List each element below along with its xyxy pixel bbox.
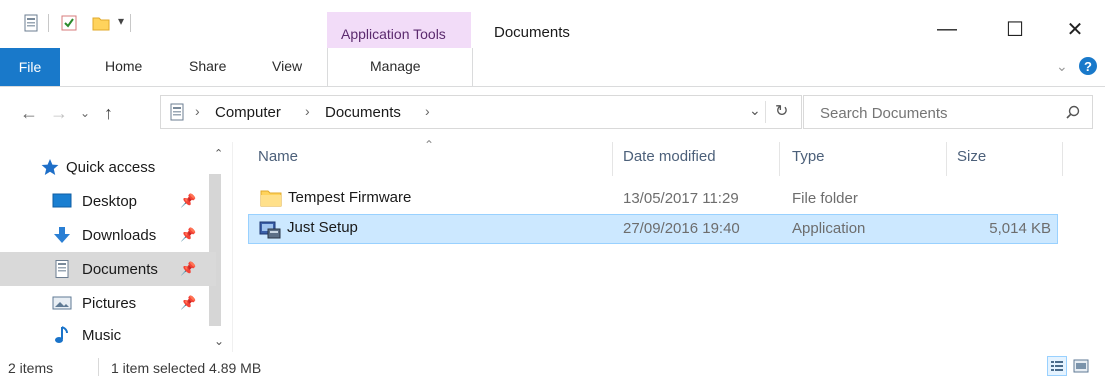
address-bar[interactable]: › Computer › Documents › ⌄ ↻ xyxy=(160,95,802,129)
up-button[interactable]: ↑ xyxy=(104,103,113,124)
file-type: Application xyxy=(792,220,866,237)
pin-icon[interactable]: 📌 xyxy=(180,227,196,243)
file-name: Just Setup xyxy=(287,219,358,236)
contextual-tab-label: Application Tools xyxy=(341,26,446,42)
large-icons-view-icon xyxy=(1073,359,1089,373)
tab-share[interactable]: Share xyxy=(189,58,226,74)
minimize-icon: — xyxy=(937,17,957,40)
minimize-button[interactable]: — xyxy=(924,14,970,44)
search-input[interactable] xyxy=(818,100,1052,126)
breadcrumb-separator: › xyxy=(305,103,310,119)
toolbar-separator xyxy=(130,14,131,32)
download-arrow-icon xyxy=(54,227,70,243)
close-icon: ✕ xyxy=(1066,18,1084,41)
address-divider xyxy=(765,101,766,123)
maximize-button[interactable]: ☐ xyxy=(992,14,1038,44)
file-date-modified: 13/05/2017 11:29 xyxy=(623,190,739,207)
desktop-icon xyxy=(52,193,72,208)
tab-home[interactable]: Home xyxy=(105,58,142,74)
svg-text:?: ? xyxy=(1084,59,1092,74)
status-divider xyxy=(98,358,99,376)
search-box[interactable] xyxy=(803,95,1093,129)
details-view-icon xyxy=(1051,361,1063,371)
music-note-icon xyxy=(55,326,68,343)
toolbar-separator xyxy=(48,14,49,32)
sidebar-item-label: Quick access xyxy=(66,158,156,176)
column-divider[interactable] xyxy=(946,142,947,176)
search-icon[interactable] xyxy=(1066,105,1080,119)
column-divider[interactable] xyxy=(1062,142,1063,176)
status-item-count: 2 items xyxy=(8,360,54,376)
sidebar-item-music[interactable]: Music xyxy=(0,318,216,352)
sidebar-item-documents[interactable]: Documents 📌 xyxy=(0,252,216,286)
sidebar-item-label: Music xyxy=(82,326,122,344)
sidebar-item-desktop[interactable]: Desktop 📌 xyxy=(0,184,216,218)
sidebar-item-downloads[interactable]: Downloads 📌 xyxy=(0,218,216,252)
refresh-icon[interactable]: ↻ xyxy=(775,101,788,121)
column-divider[interactable] xyxy=(612,142,613,176)
status-selection-info: 1 item selected 4.89 MB xyxy=(111,360,262,376)
details-view-button[interactable] xyxy=(1047,356,1067,376)
pin-icon[interactable]: 📌 xyxy=(180,193,196,209)
file-size: 5,014 KB xyxy=(989,220,1051,237)
help-icon[interactable]: ? xyxy=(1078,56,1098,76)
file-name: Tempest Firmware xyxy=(288,189,412,206)
breadcrumb-separator[interactable]: › xyxy=(425,103,430,119)
window-title: Documents xyxy=(494,24,570,41)
tab-manage-label: Manage xyxy=(370,58,421,74)
large-icons-view-button[interactable] xyxy=(1071,356,1091,376)
star-icon xyxy=(41,159,59,175)
sidebar-item-quick-access[interactable]: Quick access xyxy=(0,150,216,184)
checkmark-icon[interactable] xyxy=(60,14,78,32)
sidebar-item-label: Pictures xyxy=(82,294,137,312)
ribbon-tab-bar xyxy=(0,48,1105,87)
back-button[interactable]: ← xyxy=(20,103,38,124)
pictures-icon xyxy=(52,296,72,310)
documents-icon xyxy=(55,260,69,278)
tab-view[interactable]: View xyxy=(272,58,302,74)
column-header-type[interactable]: Type xyxy=(792,148,825,165)
sort-ascending-icon: ⌃ xyxy=(424,138,435,152)
breadcrumb-separator: › xyxy=(195,103,200,119)
address-history-chevron-icon[interactable]: ⌄ xyxy=(749,102,761,119)
folder-icon xyxy=(260,190,282,207)
chevron-down-icon: ⌄ xyxy=(80,106,91,120)
back-arrow-icon: ← xyxy=(20,103,38,123)
sidebar-item-label: Documents xyxy=(82,260,158,278)
recent-locations-button[interactable]: ⌄ xyxy=(80,106,90,120)
title-bar: ▾ Application Tools Documents — ☐ ✕ xyxy=(0,0,1105,48)
breadcrumb-computer[interactable]: Computer xyxy=(215,104,281,121)
pin-icon[interactable]: 📌 xyxy=(180,295,196,311)
sidebar-item-label: Desktop xyxy=(82,192,138,210)
breadcrumb-documents[interactable]: Documents xyxy=(325,104,401,121)
close-button[interactable]: ✕ xyxy=(1052,14,1098,44)
properties-icon[interactable] xyxy=(22,14,40,32)
application-icon xyxy=(259,221,281,239)
file-row-selected[interactable]: Just Setup 27/09/2016 19:40 Application … xyxy=(248,214,1058,244)
column-header-name[interactable]: Name xyxy=(258,148,298,165)
expand-ribbon-icon[interactable]: ⌄ xyxy=(1056,58,1068,75)
documents-icon xyxy=(170,103,184,121)
file-row[interactable]: Tempest Firmware 13/05/2017 11:29 File f… xyxy=(248,184,1058,214)
new-folder-icon[interactable] xyxy=(92,14,110,32)
tab-manage[interactable]: Manage xyxy=(327,48,473,86)
file-type: File folder xyxy=(792,190,858,207)
pane-divider xyxy=(232,142,233,352)
customize-toolbar-icon[interactable]: ▾ xyxy=(118,14,124,28)
column-divider[interactable] xyxy=(779,142,780,176)
forward-button[interactable]: → xyxy=(50,103,68,124)
tab-file[interactable]: File xyxy=(0,48,60,86)
column-header-size[interactable]: Size xyxy=(957,148,986,165)
sidebar-item-pictures[interactable]: Pictures 📌 xyxy=(0,286,216,320)
column-header-date-modified[interactable]: Date modified xyxy=(623,148,716,165)
forward-arrow-icon: → xyxy=(50,103,68,123)
maximize-icon: ☐ xyxy=(1006,18,1024,41)
sidebar-item-label: Downloads xyxy=(82,226,157,244)
pin-icon[interactable]: 📌 xyxy=(180,261,196,277)
file-date-modified: 27/09/2016 19:40 xyxy=(623,220,740,237)
up-arrow-icon: ↑ xyxy=(104,103,113,123)
